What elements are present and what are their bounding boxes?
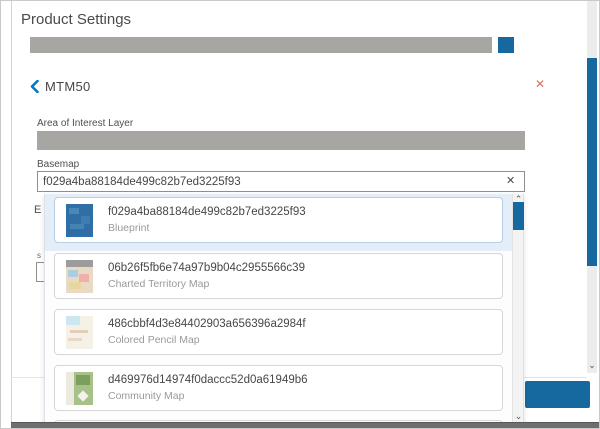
basemap-option-id: 486cbbf4d3e84402903a656396a2984f [108,318,306,330]
back-button[interactable]: MTM50 [30,78,91,94]
basemap-label: Basemap [37,159,79,170]
basemap-option-blueprint[interactable]: f029a4ba88184de499c82b7ed3225f93 Bluepri… [54,197,503,243]
dialog-left-border [11,1,12,422]
basemap-option-id: f029a4ba88184de499c82b7ed3225f93 [108,206,306,218]
window-bottom-edge [11,422,600,429]
basemap-option-id: d469976d14974f0daccc52d0a61949b6 [108,374,308,386]
basemap-option-charted-territory[interactable]: 06b26f5fb6e74a97b9b04c2955566c39 Charted… [54,253,503,299]
dropdown-scrollbar-thumb[interactable] [513,202,524,230]
basemap-input[interactable] [37,171,525,192]
window-scrollbar: ⌄ [587,1,597,373]
obscured-label-e: E [34,204,41,216]
basemap-option-name: Colored Pencil Map [108,334,200,346]
basemap-option-id: 06b26f5fb6e74a97b9b04c2955566c39 [108,262,305,274]
chevron-left-icon [30,80,39,93]
basemap-option-colored-pencil[interactable]: 486cbbf4d3e84402903a656396a2984f Colored… [54,309,503,355]
charted-territory-thumbnail [66,260,93,293]
basemap-dropdown: f029a4ba88184de499c82b7ed3225f93 Bluepri… [44,194,524,429]
blueprint-thumbnail [66,204,93,237]
dropdown-scrollbar: ⌃ ⌄ [512,194,523,429]
basemap-option-name: Community Map [108,390,184,402]
clear-input-icon[interactable]: ✕ [506,174,515,187]
window-scroll-down-icon[interactable]: ⌄ [587,360,597,371]
aoi-layer-label: Area of Interest Layer [37,118,133,129]
page-title: Product Settings [21,11,131,28]
basemap-option-name: Blueprint [108,222,149,234]
product-settings-window: Product Settings MTM50 ✕ Area of Interes… [0,0,600,429]
community-thumbnail [66,372,93,405]
obscured-label-s: s [37,251,41,260]
panel-title: MTM50 [45,79,91,94]
primary-action-button[interactable] [525,381,590,408]
window-scrollbar-thumb[interactable] [587,58,597,266]
close-icon[interactable]: ✕ [535,77,545,91]
progress-bar [30,37,492,53]
aoi-layer-input[interactable] [37,131,525,150]
basemap-option-name: Charted Territory Map [108,278,209,290]
progress-end-square [498,37,514,53]
scroll-down-icon[interactable]: ⌄ [513,412,524,420]
basemap-option-community[interactable]: d469976d14974f0daccc52d0a61949b6 Communi… [54,365,503,411]
colored-pencil-thumbnail [66,316,93,349]
